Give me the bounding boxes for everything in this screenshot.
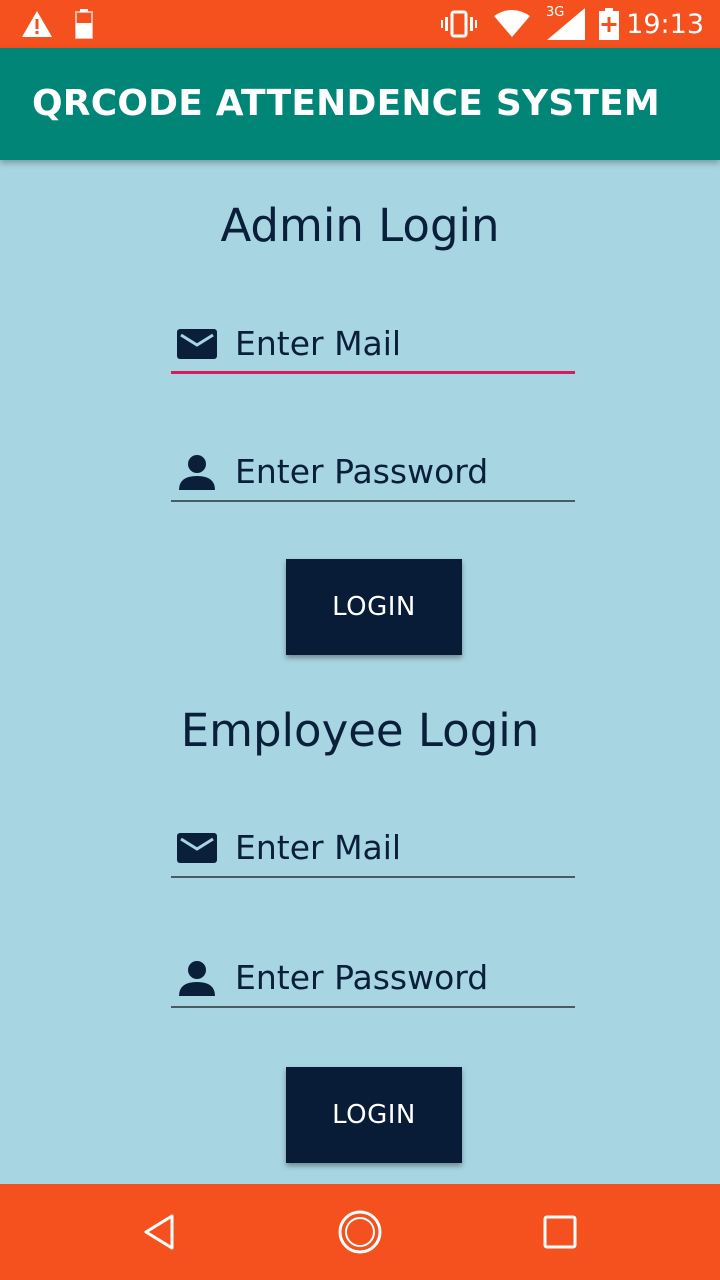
employee-password-field[interactable] xyxy=(171,948,575,1008)
admin-mail-field[interactable] xyxy=(171,314,575,374)
back-icon[interactable] xyxy=(130,1202,190,1262)
battery-charging-icon xyxy=(598,0,620,48)
navigation-bar xyxy=(0,1184,720,1280)
status-bar: 3G 19:13 xyxy=(0,0,720,48)
status-time: 19:13 xyxy=(626,8,704,40)
mail-icon xyxy=(177,828,217,868)
signal-icon: 3G xyxy=(546,0,586,48)
employee-password-underline xyxy=(171,1006,575,1008)
app-title: QRCODE ATTENDENCE SYSTEM xyxy=(32,83,660,124)
admin-password-field[interactable] xyxy=(171,442,575,502)
employee-password-input[interactable] xyxy=(235,950,570,1004)
employee-mail-underline xyxy=(171,876,575,878)
person-icon xyxy=(177,958,217,998)
app-bar: QRCODE ATTENDENCE SYSTEM xyxy=(0,48,720,160)
person-icon xyxy=(177,452,217,492)
network-type-label: 3G xyxy=(546,5,565,20)
employee-mail-input[interactable] xyxy=(235,820,570,874)
admin-login-button[interactable]: LOGIN xyxy=(286,559,462,655)
employee-login-heading: Employee Login xyxy=(180,704,540,757)
employee-login-button[interactable]: LOGIN xyxy=(286,1067,462,1163)
battery-low-icon xyxy=(74,0,94,48)
recents-icon[interactable] xyxy=(530,1202,590,1262)
mail-icon xyxy=(177,324,217,364)
employee-mail-field[interactable] xyxy=(171,818,575,878)
warning-icon xyxy=(20,0,54,48)
home-icon[interactable] xyxy=(330,1202,390,1262)
admin-password-input[interactable] xyxy=(235,444,570,498)
admin-password-underline xyxy=(171,500,575,502)
vibrate-icon xyxy=(440,0,478,48)
wifi-icon xyxy=(493,0,531,48)
admin-login-heading: Admin Login xyxy=(220,199,500,252)
admin-mail-underline xyxy=(171,371,575,374)
admin-mail-input[interactable] xyxy=(235,316,570,370)
